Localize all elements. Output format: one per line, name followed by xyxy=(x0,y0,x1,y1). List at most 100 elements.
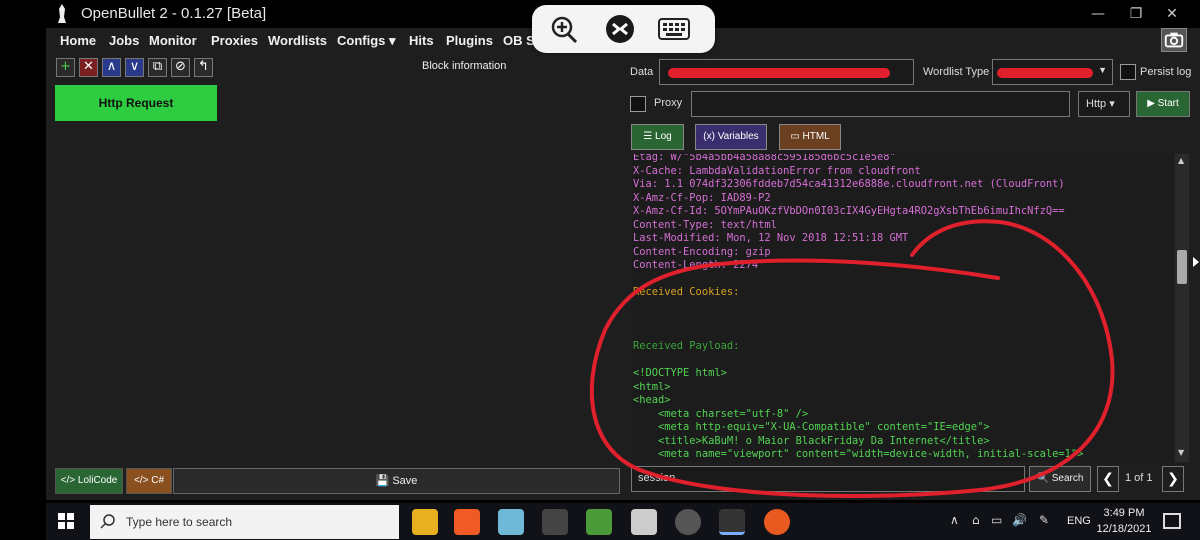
openbullet-active-icon[interactable] xyxy=(719,509,745,535)
wordlist-type-label: Wordlist Type xyxy=(923,66,990,78)
http-request-block[interactable]: Http Request xyxy=(55,85,217,121)
pen-icon[interactable]: ✎ xyxy=(1039,513,1049,527)
persist-log-checkbox[interactable] xyxy=(1120,64,1136,80)
disable-block-button[interactable]: ⊘ xyxy=(171,58,190,77)
save-button[interactable]: 💾 Save xyxy=(173,468,620,494)
log-line: X-Amz-Cf-Pop: IAD89-P2 xyxy=(633,191,771,204)
log-line: Etag: W/"5b4a5bb4a58a88c595185d6bc5c1e5e… xyxy=(633,154,896,163)
log-line: <meta name="viewport" content="width=dev… xyxy=(633,448,1084,460)
move-up-button[interactable]: ∧ xyxy=(102,58,121,77)
pwsh-icon[interactable] xyxy=(631,509,657,535)
circle-app-icon[interactable] xyxy=(675,509,701,535)
notification-icon[interactable] xyxy=(1163,513,1181,529)
clone-block-button[interactable]: ⧉ xyxy=(148,58,167,77)
input-language[interactable]: ENG xyxy=(1067,515,1091,527)
search-icon xyxy=(100,514,115,529)
windows-start-icon[interactable] xyxy=(58,513,74,529)
log-line: <title>KaBuM! o Maior BlackFriday Da Int… xyxy=(633,434,990,447)
taskbar-search-box[interactable]: Type here to search xyxy=(90,505,399,539)
persist-log-label: Persist log xyxy=(1140,66,1192,78)
search-button[interactable]: 🔍 Search xyxy=(1029,466,1091,492)
menu-ob-settings[interactable]: OB S xyxy=(503,33,535,48)
window-title: OpenBullet 2 - 0.1.27 [Beta] xyxy=(81,5,267,22)
lolicode-button[interactable]: </> LoliCode xyxy=(55,468,123,494)
firefox-icon[interactable] xyxy=(764,509,790,535)
zoom-in-icon[interactable] xyxy=(548,14,580,44)
scroll-up-icon[interactable]: ▲ xyxy=(1178,156,1184,165)
log-line: Via: 1.1 074df32306fddeb7d54ca41312e6888… xyxy=(633,178,1065,190)
proxy-type-select[interactable]: Http ▾ xyxy=(1078,91,1130,117)
openbullet-logo-icon xyxy=(58,4,66,23)
proxy-label: Proxy xyxy=(654,97,683,109)
proxy-checkbox[interactable] xyxy=(630,96,646,112)
log-line: Content-Encoding: gzip xyxy=(633,245,771,258)
openbullet-icon[interactable] xyxy=(542,509,568,535)
debugger-pane: Data Wordlist Type ▼ Persist log Proxy H… xyxy=(625,54,1200,500)
block-info-title: Block information xyxy=(422,60,507,72)
redaction-mark xyxy=(997,68,1093,78)
start-button[interactable]: ▶ Start xyxy=(1136,91,1190,117)
menu-plugins[interactable]: Plugins xyxy=(446,33,493,48)
config-editor-pane: + ✕ ∧ ∨ ⧉ ⊘ ↰ Block information Http Req… xyxy=(46,54,625,500)
close-button[interactable]: ✕ xyxy=(1152,4,1192,24)
menu-wordlists[interactable]: Wordlists xyxy=(268,33,327,48)
log-lines: Etag: W/"5b4a5bb4a58a88c595185d6bc5c1e5e… xyxy=(633,154,1083,462)
camera-icon[interactable] xyxy=(1161,28,1187,52)
tab-html[interactable]: ▭ HTML xyxy=(779,124,841,150)
battery-icon[interactable]: ▭ xyxy=(991,513,1002,527)
log-line: <head> xyxy=(633,394,671,406)
scroll-down-icon[interactable]: ▼ xyxy=(1178,448,1184,457)
add-block-button[interactable]: + xyxy=(56,58,75,77)
chevron-up-icon[interactable]: ∧ xyxy=(950,513,959,527)
log-line: Content-Length: 2274 xyxy=(633,259,759,271)
next-match-button[interactable]: ❯ xyxy=(1162,466,1184,492)
log-line: <meta charset="utf-8" /> xyxy=(633,407,809,420)
volume-icon[interactable]: 🔊 xyxy=(1012,513,1027,527)
keyboard-icon[interactable] xyxy=(658,14,690,44)
tab-variables[interactable]: (x) Variables xyxy=(695,124,767,150)
file-explorer-icon[interactable] xyxy=(412,509,438,535)
mouse-cursor-icon xyxy=(1193,257,1199,267)
remote-toolbar xyxy=(532,5,715,53)
menu-configs[interactable]: Configs ▾ xyxy=(337,33,396,49)
maximize-button[interactable]: ❐ xyxy=(1116,4,1156,24)
proxy-input[interactable] xyxy=(691,91,1070,117)
remove-block-button[interactable]: ✕ xyxy=(79,58,98,77)
notepad-icon[interactable] xyxy=(498,509,524,535)
data-label: Data xyxy=(630,66,654,78)
remote-desktop-icon[interactable] xyxy=(604,14,636,44)
log-line: <html> xyxy=(633,380,671,393)
editor-icon[interactable] xyxy=(586,509,612,535)
log-line: Last-Modified: Mon, 12 Nov 2018 12:51:18… xyxy=(633,232,909,244)
brave-icon[interactable] xyxy=(454,509,480,535)
menu-home[interactable]: Home xyxy=(60,33,96,48)
match-counter: 1 of 1 xyxy=(1125,472,1153,484)
csharp-button[interactable]: </> C# xyxy=(126,468,172,494)
log-scrollbar[interactable]: ▲ ▼ xyxy=(1175,154,1189,462)
prev-match-button[interactable]: ❮ xyxy=(1097,466,1119,492)
minimize-button[interactable]: — xyxy=(1078,4,1118,24)
clock-date[interactable]: 12/18/2021 xyxy=(1094,523,1154,535)
log-line: Content-Type: text/html xyxy=(633,218,777,231)
log-search-input[interactable]: session xyxy=(631,466,1025,492)
menu-proxies[interactable]: Proxies xyxy=(211,33,258,48)
undo-button[interactable]: ↰ xyxy=(194,58,213,77)
tab-log[interactable]: ☰ Log xyxy=(631,124,684,150)
log-line: X-Cache: LambdaValidationError from clou… xyxy=(633,164,921,177)
move-down-button[interactable]: ∨ xyxy=(125,58,144,77)
wordlist-type-select[interactable]: ▼ xyxy=(992,59,1113,85)
menu-hits[interactable]: Hits xyxy=(409,33,434,48)
log-output[interactable]: Etag: W/"5b4a5bb4a58a88c595185d6bc5c1e5e… xyxy=(631,154,1173,462)
menu-jobs[interactable]: Jobs xyxy=(109,33,139,48)
data-input[interactable] xyxy=(659,59,914,85)
clock-time[interactable]: 3:49 PM xyxy=(1099,507,1149,519)
redaction-mark xyxy=(668,68,890,78)
menu-monitor[interactable]: Monitor xyxy=(149,33,197,48)
windows-taskbar: Type here to search ∧ ⌂ ▭ 🔊 ✎ ENG 3:49 P… xyxy=(46,503,1200,540)
log-line: Received Payload: xyxy=(633,340,740,352)
network-icon[interactable]: ⌂ xyxy=(972,513,980,527)
chevron-down-icon: ▼ xyxy=(1098,65,1107,75)
scroll-thumb[interactable] xyxy=(1177,250,1187,284)
